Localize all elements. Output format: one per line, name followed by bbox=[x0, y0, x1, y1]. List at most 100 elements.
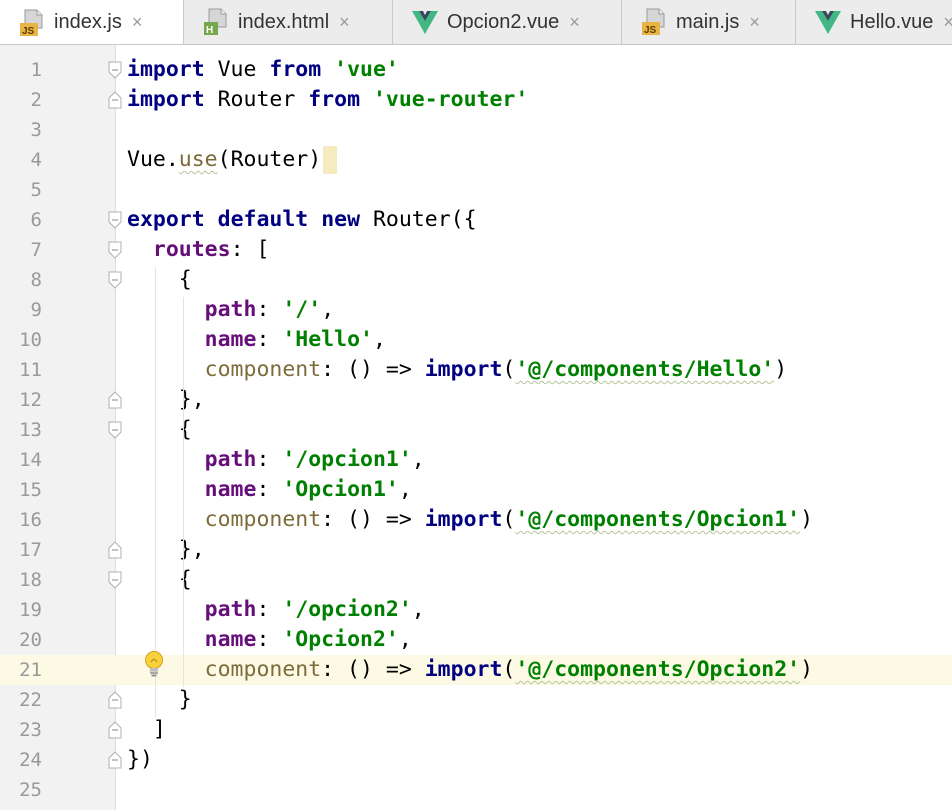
fold-end-icon[interactable] bbox=[107, 391, 123, 409]
code-text: , bbox=[398, 477, 412, 502]
line-number: 18 bbox=[19, 569, 42, 591]
line-number: 6 bbox=[30, 209, 42, 231]
property-token: path bbox=[204, 447, 257, 472]
fold-end-icon[interactable] bbox=[107, 541, 123, 559]
code-line[interactable]: 22 } bbox=[0, 685, 952, 715]
string-token: '/opcion2' bbox=[282, 597, 412, 622]
code-line[interactable]: 14 path: '/opcion1', bbox=[0, 445, 952, 475]
code-line[interactable]: 16 component: () => import('@/components… bbox=[0, 505, 952, 535]
code-text: : () => bbox=[321, 657, 425, 682]
js-file-icon: JS bbox=[640, 7, 668, 37]
code-line[interactable]: 18 { bbox=[0, 565, 952, 595]
code-line[interactable]: 23 ] bbox=[0, 715, 952, 745]
code-line[interactable]: 1 import Vue from 'vue' bbox=[0, 55, 952, 85]
vue-file-icon bbox=[814, 7, 842, 37]
property-token: path bbox=[204, 297, 257, 322]
code-line[interactable]: 2 import Router from 'vue-router' bbox=[0, 85, 952, 115]
code-line[interactable]: 15 name: 'Opcion1', bbox=[0, 475, 952, 505]
fold-start-icon[interactable] bbox=[107, 421, 123, 439]
string-token: 'Opcion2' bbox=[282, 627, 399, 652]
close-tab-icon[interactable]: × bbox=[749, 12, 760, 33]
code-line[interactable]: 24}) bbox=[0, 745, 952, 775]
code-line[interactable]: 12 }, bbox=[0, 385, 952, 415]
code-text: : bbox=[256, 477, 283, 502]
line-number: 2 bbox=[30, 89, 42, 111]
tab-hello-vue[interactable]: Hello.vue × bbox=[796, 0, 952, 44]
tab-opcion2-vue[interactable]: Opcion2.vue × bbox=[393, 0, 622, 44]
code-text: } bbox=[127, 687, 192, 712]
close-tab-icon[interactable]: × bbox=[943, 12, 952, 33]
fold-start-icon[interactable] bbox=[107, 211, 123, 229]
tab-index-html[interactable]: Hindex.html × bbox=[184, 0, 393, 44]
close-tab-icon[interactable]: × bbox=[339, 12, 350, 33]
string-token: 'vue-router' bbox=[372, 87, 529, 112]
line-number: 13 bbox=[19, 419, 42, 441]
property-token: component bbox=[204, 357, 322, 382]
fold-start-icon[interactable] bbox=[107, 571, 123, 589]
line-number: 9 bbox=[30, 299, 42, 321]
code-text: : bbox=[256, 627, 283, 652]
fold-start-icon[interactable] bbox=[107, 241, 123, 259]
line-number: 10 bbox=[19, 329, 42, 351]
string-token: '/' bbox=[282, 297, 322, 322]
property-token: component bbox=[204, 507, 322, 532]
keyword-token: import bbox=[127, 57, 205, 82]
text-cursor bbox=[323, 146, 338, 174]
code-line[interactable]: 8 { bbox=[0, 265, 952, 295]
string-token: 'vue' bbox=[334, 57, 399, 82]
line-number: 15 bbox=[19, 479, 42, 501]
fold-end-icon[interactable] bbox=[107, 91, 123, 109]
code-text: ) bbox=[774, 357, 788, 382]
fold-end-icon[interactable] bbox=[107, 691, 123, 709]
keyword-token: from bbox=[308, 87, 361, 112]
property-token: name bbox=[204, 327, 257, 352]
fold-end-icon[interactable] bbox=[107, 721, 123, 739]
code-text: Router bbox=[204, 87, 309, 112]
code-text: ( bbox=[502, 507, 516, 532]
code-line[interactable]: 19 path: '/opcion2', bbox=[0, 595, 952, 625]
close-tab-icon[interactable]: × bbox=[132, 12, 143, 33]
code-line[interactable]: 17 }, bbox=[0, 535, 952, 565]
code-line[interactable]: 5 bbox=[0, 175, 952, 205]
tab-index-js[interactable]: JS index.js × bbox=[0, 0, 184, 44]
string-token: '/opcion1' bbox=[282, 447, 412, 472]
property-token: component bbox=[204, 657, 322, 682]
lightbulb-icon[interactable] bbox=[143, 649, 165, 679]
code-line[interactable]: 10 name: 'Hello', bbox=[0, 325, 952, 355]
code-content: routes: [ bbox=[127, 235, 270, 265]
keyword-token: import bbox=[424, 357, 503, 382]
tab-main-js[interactable]: JS main.js × bbox=[622, 0, 796, 44]
fold-start-icon[interactable] bbox=[107, 271, 123, 289]
code-line[interactable]: 3 bbox=[0, 115, 952, 145]
line-number: 24 bbox=[19, 749, 42, 771]
fold-end-icon[interactable] bbox=[107, 751, 123, 769]
code-line[interactable]: 6 export default new Router({ bbox=[0, 205, 952, 235]
tab-label: index.html bbox=[238, 10, 330, 33]
code-line[interactable]: 13 { bbox=[0, 415, 952, 445]
svg-text:H: H bbox=[206, 25, 213, 36]
line-number: 8 bbox=[30, 269, 42, 291]
fold-start-icon[interactable] bbox=[107, 61, 123, 79]
code-line[interactable]: 7 routes: [ bbox=[0, 235, 952, 265]
html-file-icon: H bbox=[202, 7, 230, 37]
code-content: { bbox=[127, 265, 192, 295]
code-line[interactable]: 25 bbox=[0, 775, 952, 805]
code-line[interactable]: 11 component: () => import('@/components… bbox=[0, 355, 952, 385]
code-content: } bbox=[127, 685, 192, 715]
code-line[interactable]: 4 Vue.use(Router) bbox=[0, 145, 952, 175]
code-content: component: () => import('@/components/Op… bbox=[127, 505, 813, 535]
code-text: Vue. bbox=[127, 147, 179, 172]
keyword-token: import bbox=[424, 507, 503, 532]
property-token: name bbox=[204, 627, 257, 652]
close-tab-icon[interactable]: × bbox=[569, 12, 580, 33]
line-number: 11 bbox=[19, 359, 42, 381]
code-content: path: '/opcion2', bbox=[127, 595, 425, 625]
code-text: Router({ bbox=[360, 207, 477, 232]
code-line[interactable]: 9 path: '/', bbox=[0, 295, 952, 325]
line-number: 7 bbox=[30, 239, 42, 261]
